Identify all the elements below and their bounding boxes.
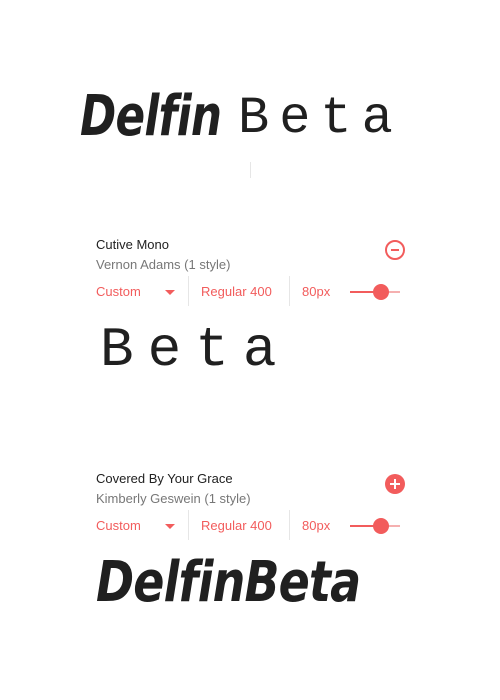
pairing-preview-script-text: Delfin — [80, 84, 222, 149]
add-font-button[interactable] — [385, 474, 405, 494]
variant-dropdown[interactable]: Custom — [96, 516, 184, 546]
caret-down-icon — [165, 290, 175, 295]
font-name: Cutive Mono — [96, 237, 169, 252]
variant-label: Custom — [96, 284, 141, 299]
font-controls: Custom Regular 400 80px — [96, 510, 416, 546]
font-name: Covered By Your Grace — [96, 471, 233, 486]
size-slider[interactable] — [350, 516, 400, 536]
variant-label: Custom — [96, 518, 141, 533]
pairing-preview-mono-text: Beta — [238, 89, 403, 148]
remove-font-button[interactable] — [385, 240, 405, 260]
font-sample-text: DelfinBeta — [96, 550, 361, 615]
weight-selector[interactable]: Regular 400 — [201, 282, 272, 312]
font-sample-text: Beta — [100, 318, 291, 382]
weight-selector[interactable]: Regular 400 — [201, 516, 272, 546]
font-controls: Custom Regular 400 80px — [96, 276, 416, 312]
divider — [289, 276, 290, 306]
caret-down-icon — [165, 524, 175, 529]
size-value: 80px — [302, 518, 331, 533]
divider — [289, 510, 290, 540]
font-card-cutive-mono: Cutive Mono Vernon Adams (1 style) Custo… — [96, 236, 416, 312]
font-pairing-page: Delfin Beta Cutive Mono Vernon Adams (1 … — [0, 0, 500, 700]
size-slider[interactable] — [350, 282, 400, 302]
font-author: Kimberly Geswein (1 style) — [96, 491, 251, 506]
font-author: Vernon Adams (1 style) — [96, 257, 231, 272]
font-card-covered-by-your-grace: Covered By Your Grace Kimberly Geswein (… — [96, 470, 416, 546]
pairing-preview: Delfin Beta — [80, 82, 480, 178]
variant-dropdown[interactable]: Custom — [96, 282, 184, 312]
slider-handle[interactable] — [373, 518, 389, 534]
divider — [188, 276, 189, 306]
size-value: 80px — [302, 284, 331, 299]
divider — [188, 510, 189, 540]
text-caret — [250, 162, 251, 178]
slider-handle[interactable] — [373, 284, 389, 300]
